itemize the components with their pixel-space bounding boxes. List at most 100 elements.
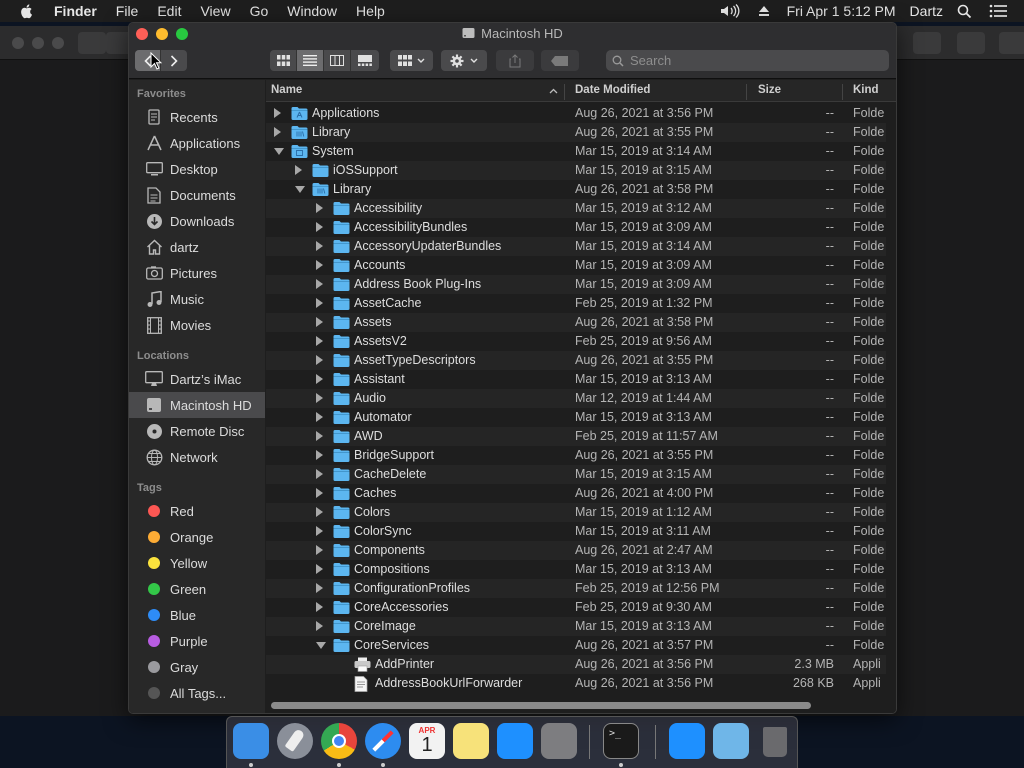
horizontal-scrollbar[interactable] [271,702,811,709]
terminal-icon[interactable]: >_ [603,723,639,759]
share-button[interactable] [496,50,534,71]
sidebar-tag-green[interactable]: Green [129,576,265,602]
volume-icon[interactable] [719,4,741,18]
sidebar-tag-orange[interactable]: Orange [129,524,265,550]
menu-view[interactable]: View [200,3,230,19]
disclosure-open-icon[interactable] [295,186,305,193]
sidebar-item-dartz[interactable]: dartz [129,234,265,260]
column-date-header[interactable]: Date Modified [575,84,650,96]
table-row[interactable]: CoreServices Aug 26, 2021 at 3:57 PM -- Fol… [266,636,886,655]
menu-go[interactable]: Go [250,3,269,19]
disclosure-closed-icon[interactable] [316,374,323,384]
column-view-button[interactable] [324,50,351,71]
table-row[interactable]: AWD Feb 25, 2019 at 11:57 AM -- Folde [266,427,886,446]
table-row[interactable]: Components Aug 26, 2021 at 2:47 AM -- Folde [266,541,886,560]
disclosure-closed-icon[interactable] [316,602,323,612]
disclosure-closed-icon[interactable] [316,355,323,365]
app-store-icon[interactable] [497,723,533,759]
sidebar-item-movies[interactable]: Movies [129,312,265,338]
disclosure-open-icon[interactable] [274,148,284,155]
notification-center-icon[interactable] [989,4,1007,18]
gallery-view-button[interactable] [351,50,378,71]
apple-menu-icon[interactable] [19,3,35,19]
finder-icon[interactable] [233,723,269,759]
table-row[interactable]: iOSSupport Mar 15, 2019 at 3:15 AM -- Folde [266,161,886,180]
menubar-user[interactable]: Dartz [910,3,943,19]
app-store-folder-icon[interactable] [669,723,705,759]
disclosure-closed-icon[interactable] [316,203,323,213]
disclosure-closed-icon[interactable] [316,279,323,289]
spotlight-search-icon[interactable] [957,4,972,19]
menu-edit[interactable]: Edit [157,3,181,19]
disclosure-closed-icon[interactable] [316,564,323,574]
calendar-icon[interactable]: APR 1 [409,723,445,759]
sidebar-tag-purple[interactable]: Purple [129,628,265,654]
table-row[interactable]: CacheDelete Mar 15, 2019 at 3:15 AM -- Fold… [266,465,886,484]
sidebar-tag-all-tags[interactable]: All Tags... [129,680,265,706]
icon-view-button[interactable] [270,50,297,71]
sidebar-item-recents[interactable]: Recents [129,104,265,130]
table-row[interactable]: Library Aug 26, 2021 at 3:55 PM -- Folde [266,123,886,142]
search-field[interactable]: Search [606,50,889,71]
table-row[interactable]: Accessibility Mar 15, 2019 at 3:12 AM -- Fo… [266,199,886,218]
disclosure-closed-icon[interactable] [316,545,323,555]
notes-icon[interactable] [453,723,489,759]
table-row[interactable]: ConfigurationProfiles Feb 25, 2019 at 12:… [266,579,886,598]
eject-icon[interactable] [758,5,770,17]
table-row[interactable]: CoreImage Mar 15, 2019 at 3:13 AM -- Folde [266,617,886,636]
sidebar-tag-red[interactable]: Red [129,498,265,524]
disclosure-closed-icon[interactable] [316,336,323,346]
disclosure-closed-icon[interactable] [316,431,323,441]
disclosure-closed-icon[interactable] [316,526,323,536]
column-kind-header[interactable]: Kind [853,84,879,96]
disclosure-closed-icon[interactable] [316,488,323,498]
disclosure-closed-icon[interactable] [316,393,323,403]
menu-file[interactable]: File [116,3,139,19]
table-row[interactable]: Compositions Mar 15, 2019 at 3:13 AM -- Fol… [266,560,886,579]
disclosure-closed-icon[interactable] [316,450,323,460]
table-row[interactable]: Audio Mar 12, 2019 at 1:44 AM -- Folde [266,389,886,408]
table-row[interactable]: Assistant Mar 15, 2019 at 3:13 AM -- Folde [266,370,886,389]
sidebar-item-pictures[interactable]: Pictures [129,260,265,286]
system-preferences-icon[interactable] [541,723,577,759]
action-menu-button[interactable] [441,50,487,71]
disclosure-closed-icon[interactable] [274,127,281,137]
sidebar-item-documents[interactable]: Documents [129,182,265,208]
column-name-header[interactable]: Name [271,84,302,96]
menu-finder[interactable]: Finder [54,3,97,19]
column-size-header[interactable]: Size [758,84,781,96]
menu-help[interactable]: Help [356,3,385,19]
table-row[interactable]: AddPrinter Aug 26, 2021 at 3:56 PM 2.3 MB A… [266,655,886,674]
table-row[interactable]: AssetCache Feb 25, 2019 at 1:32 PM -- Folde [266,294,886,313]
table-row[interactable]: AccessoryUpdaterBundles Mar 15, 2019 at 3… [266,237,886,256]
table-row[interactable]: System Mar 15, 2019 at 3:14 AM -- Folde [266,142,886,161]
table-row[interactable]: CoreAccessories Feb 25, 2019 at 9:30 AM --… [266,598,886,617]
table-row[interactable]: Applications Aug 26, 2021 at 3:56 PM -- Fol… [266,104,886,123]
sidebar-tag-gray[interactable]: Gray [129,654,265,680]
trash-icon[interactable] [757,723,793,759]
menubar-clock[interactable]: Fri Apr 1 5:12 PM [787,3,896,19]
table-row[interactable]: Address Book Plug-Ins Mar 15, 2019 at 3:0… [266,275,886,294]
table-row[interactable]: Accounts Mar 15, 2019 at 3:09 AM -- Folde [266,256,886,275]
sidebar-item-desktop[interactable]: Desktop [129,156,265,182]
disclosure-closed-icon[interactable] [316,621,323,631]
sidebar-item-music[interactable]: Music [129,286,265,312]
table-row[interactable]: Colors Mar 15, 2019 at 1:12 AM -- Folde [266,503,886,522]
disclosure-closed-icon[interactable] [316,317,323,327]
sidebar-item-dartz-s-imac[interactable]: Dartz’s iMac [129,366,265,392]
disclosure-closed-icon[interactable] [316,507,323,517]
disclosure-closed-icon[interactable] [316,222,323,232]
table-row[interactable]: Library Aug 26, 2021 at 3:58 PM -- Folde [266,180,886,199]
sidebar-item-macintosh-hd[interactable]: Macintosh HD [129,392,265,418]
sidebar-item-applications[interactable]: Applications [129,130,265,156]
menu-window[interactable]: Window [287,3,337,19]
sidebar-item-downloads[interactable]: Downloads [129,208,265,234]
disclosure-closed-icon[interactable] [316,469,323,479]
disclosure-open-icon[interactable] [316,642,326,649]
disclosure-closed-icon[interactable] [295,165,302,175]
list-view-button[interactable] [297,50,324,71]
table-row[interactable]: Caches Aug 26, 2021 at 4:00 PM -- Folde [266,484,886,503]
table-row[interactable]: AccessibilityBundles Mar 15, 2019 at 3:09… [266,218,886,237]
group-by-button[interactable] [390,50,433,71]
safari-icon[interactable] [365,723,401,759]
